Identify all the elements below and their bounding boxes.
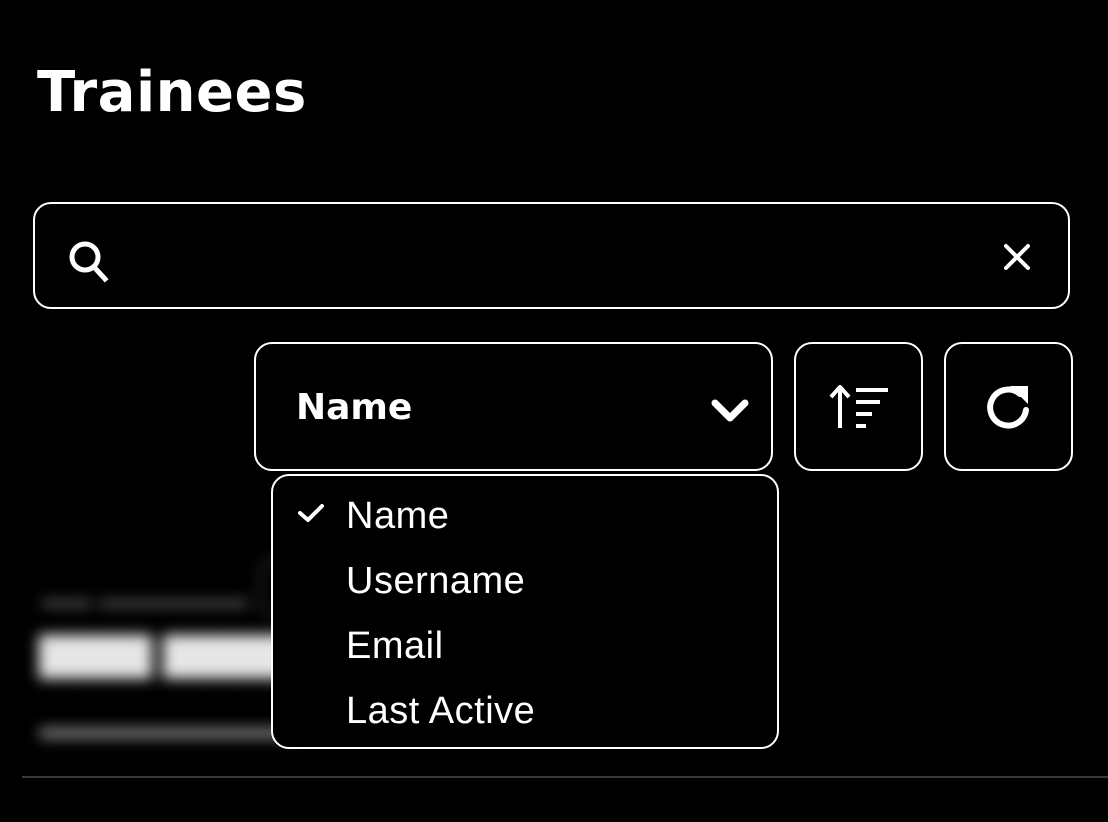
sort-by-select[interactable]: Name [254,342,773,471]
refresh-button[interactable] [944,342,1073,471]
sort-order-button[interactable] [794,342,923,471]
sort-option-last-active[interactable]: Last Active [273,677,777,742]
refresh-icon [987,386,1029,429]
clear-search-icon[interactable] [1000,240,1034,274]
search-input[interactable] [135,226,979,288]
search-box[interactable] [33,202,1070,309]
trainees-page: Trainees Name ▁▁ ▁▁▁▁▁▁ ▆▆▆ ▆▆▆▆▆ ▂▂▂▂▂▂… [0,0,1108,822]
sort-option-label: Email [346,625,444,667]
sort-by-dropdown: Name Username Email Last Active [271,474,779,749]
page-title: Trainees [37,60,307,125]
sort-by-value: Name [296,387,413,428]
sort-option-label: Username [346,560,526,602]
trainee-meta-blurred: ▁▁ ▁▁▁▁▁▁ [42,569,248,605]
sort-option-label: Name [346,495,450,537]
sort-ascending-icon [829,385,888,428]
divider [22,776,1108,778]
sort-option-label: Last Active [346,690,536,732]
search-icon [69,241,109,283]
trainee-list-item[interactable]: ▁▁ ▁▁▁▁▁▁ ▆▆▆ ▆▆▆▆▆ ▂▂▂▂▂▂▂▂▂▂▂ [40,560,349,740]
sort-option-username[interactable]: Username [273,547,777,612]
chevron-down-icon [711,399,749,422]
sort-option-email[interactable]: Email [273,612,777,677]
check-icon [298,504,324,522]
sort-option-name[interactable]: Name [273,482,777,547]
